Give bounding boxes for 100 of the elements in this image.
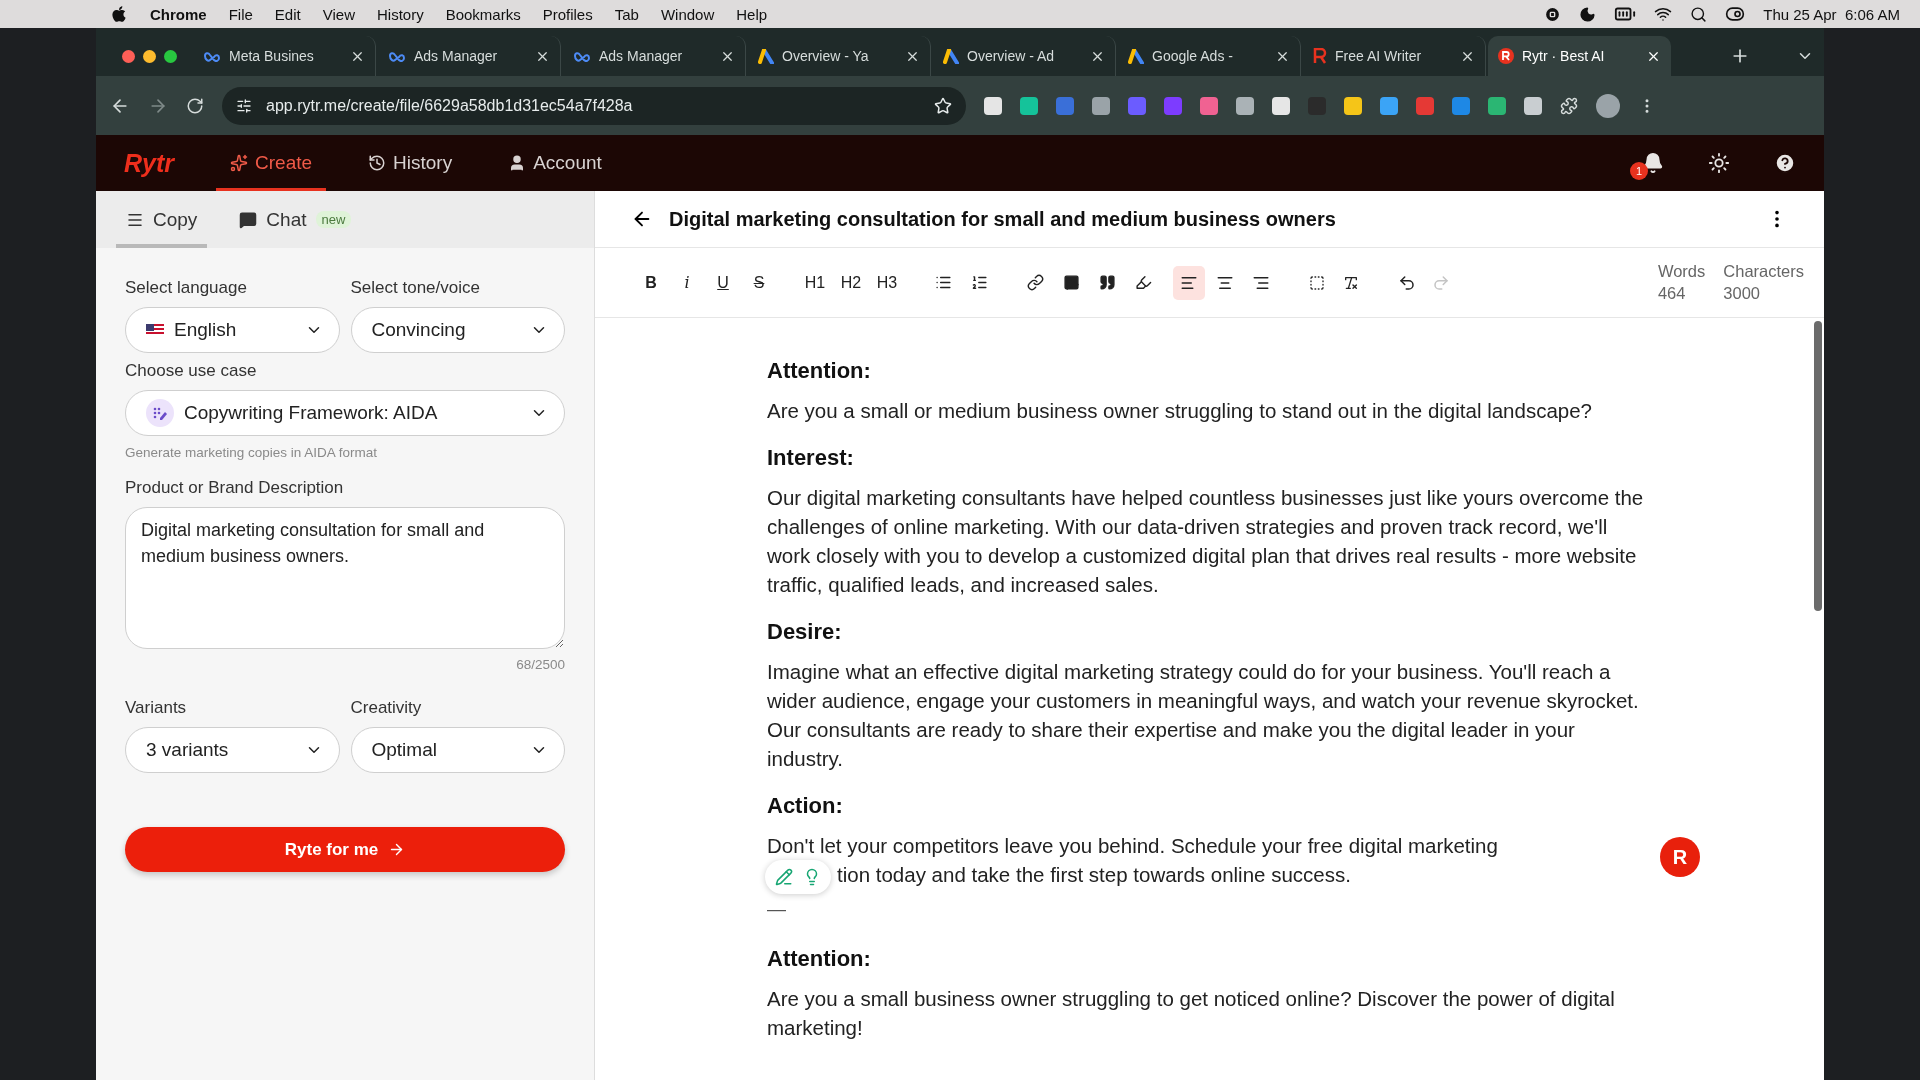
format-button[interactable]: H2: [835, 265, 867, 300]
clear-format-icon: [1343, 274, 1359, 291]
dropdown[interactable]: 3 variants: [125, 727, 340, 773]
section-heading: Interest:: [767, 445, 855, 471]
zoom-window-icon[interactable]: [164, 49, 177, 63]
address-bar[interactable]: app.rytr.me/create/file/6629a58db1d31ec54a7f428a: [222, 86, 966, 125]
format-button[interactable]: H3: [871, 265, 903, 300]
menu-app-name[interactable]: Chrome: [150, 5, 207, 23]
paragraph-line: tion today and take the first step towards online success.: [837, 862, 1351, 888]
dropdown[interactable]: English: [125, 307, 340, 353]
section-heading: Desire:: [767, 619, 843, 645]
undo-icon: [1398, 273, 1416, 292]
format-button[interactable]: B: [635, 265, 667, 300]
field-label: Choose use case: [125, 361, 258, 381]
extension-icon[interactable]: [1236, 96, 1254, 115]
triangle-logo-icon: [1128, 48, 1144, 64]
grid-pencil-icon: [146, 399, 174, 427]
field-label: Creativity: [350, 698, 423, 718]
ryte-button[interactable]: Ryte for me: [125, 827, 565, 872]
sun-icon[interactable]: [1708, 152, 1730, 174]
browser-tab[interactable]: Rytr · Best AI: [1488, 36, 1671, 76]
align-left-button[interactable]: [1173, 265, 1205, 300]
triangle-logo-icon: [758, 48, 774, 64]
nav-link[interactable]: Account: [494, 135, 616, 191]
menu-item[interactable]: History: [376, 5, 424, 23]
floating-toolbar[interactable]: [765, 860, 831, 894]
stat-label: Words: [1657, 262, 1706, 281]
format-button[interactable]: S: [743, 265, 775, 300]
scrollbar-thumb[interactable]: [1814, 321, 1822, 611]
field-label: Variants: [125, 698, 188, 718]
infinity-logo-icon: [388, 50, 406, 62]
new-badge: new: [315, 211, 352, 228]
flag-icon: [146, 324, 164, 336]
extension-icon[interactable]: [1272, 96, 1290, 115]
puzzle-icon[interactable]: [1560, 96, 1578, 115]
section-heading: Attention:: [767, 358, 872, 384]
extension-icon[interactable]: [1524, 96, 1542, 115]
menu-item[interactable]: File: [228, 5, 253, 23]
dropdown[interactable]: Optimal: [350, 727, 565, 773]
assistant-button[interactable]: R: [1660, 837, 1700, 877]
redo-icon: [1432, 273, 1450, 292]
writer-logo-icon: [1313, 48, 1327, 64]
menu-item[interactable]: Window: [660, 5, 715, 23]
apple-icon[interactable]: [110, 5, 128, 23]
reload-icon[interactable]: [186, 96, 204, 115]
field-label: Select tone/voice: [350, 278, 481, 298]
section-heading: Action:: [767, 793, 844, 819]
menu-item[interactable]: Help: [736, 5, 768, 23]
extension-icon[interactable]: [1488, 96, 1506, 115]
menu-item[interactable]: Edit: [274, 5, 301, 23]
nav-link[interactable]: History: [354, 135, 467, 191]
infinity-logo-icon: [573, 50, 591, 62]
sidebar-tab[interactable]: Copy: [116, 191, 208, 248]
format-button[interactable]: i: [671, 265, 703, 300]
numbered-list-icon: [970, 274, 988, 291]
sparkles-icon: [230, 154, 248, 172]
search-icon[interactable]: [1690, 5, 1708, 23]
format-button[interactable]: U: [707, 265, 739, 300]
extension-icon[interactable]: [1344, 96, 1362, 115]
paragraph-line: Don't let your competitors leave you behind. Schedule your free digital marketing: [767, 833, 1498, 859]
field-label: Product or Brand Description: [125, 478, 345, 498]
close-window-icon[interactable]: [122, 49, 135, 63]
field-label: Select language: [125, 278, 248, 298]
help-icon[interactable]: [1774, 152, 1796, 174]
notification-count: 1: [1630, 162, 1648, 180]
star-icon[interactable]: [934, 96, 952, 115]
wifi-icon[interactable]: [1654, 5, 1673, 23]
extension-icon[interactable]: [1092, 96, 1110, 115]
format-button[interactable]: H1: [799, 265, 831, 300]
r-logo-icon: [1498, 48, 1514, 64]
history-icon: [368, 154, 387, 172]
dropdown[interactable]: Convincing: [350, 307, 565, 353]
extension-icon[interactable]: [984, 96, 1002, 115]
dropdown[interactable]: Copywriting Framework: AIDA: [125, 390, 565, 436]
paragraph: Imagine what an effective digital marketing strategy could do for your business. You'll reach a wider audience, engage your customers in meaningful ways, and watch your revenue skyrocket. Our consultants are ready to share their expertise and make you the digital leader in your industry.: [767, 659, 1640, 772]
document-title: Digital marketing consultation for small and medium business owners: [669, 207, 1337, 231]
toggle-icon[interactable]: [1725, 4, 1746, 24]
menu-item[interactable]: Bookmarks: [445, 5, 521, 23]
use-case-hint: Generate marketing copies in AIDA format: [125, 445, 379, 460]
infinity-logo-icon: [203, 50, 221, 62]
app-logo[interactable]: Rytr: [124, 135, 174, 191]
extension-icon[interactable]: [1380, 96, 1398, 115]
triangle-logo-icon: [943, 48, 959, 64]
menu-item[interactable]: Profiles: [542, 5, 593, 23]
highlighter-icon: [1134, 274, 1152, 291]
menu-item[interactable]: Tab: [614, 5, 639, 23]
minimize-window-icon[interactable]: [143, 49, 156, 63]
dashed-square-icon: [1309, 274, 1325, 291]
site-settings-icon[interactable]: [236, 97, 252, 114]
extension-icon[interactable]: [1200, 96, 1218, 115]
link-icon: [1026, 274, 1044, 291]
menu-item[interactable]: View: [322, 5, 355, 23]
character-counter: 68/2500: [516, 657, 565, 672]
profile-avatar[interactable]: [1596, 93, 1620, 118]
sidebar-tab[interactable]: Chat new: [229, 191, 362, 248]
extension-icon[interactable]: [1020, 96, 1038, 115]
description-field[interactable]: Digital marketing consultation for small and medium business owners.: [125, 507, 565, 649]
magic-pencil-icon[interactable]: [775, 868, 793, 886]
moon-icon[interactable]: [1579, 5, 1597, 23]
stop-icon[interactable]: [1544, 5, 1562, 23]
